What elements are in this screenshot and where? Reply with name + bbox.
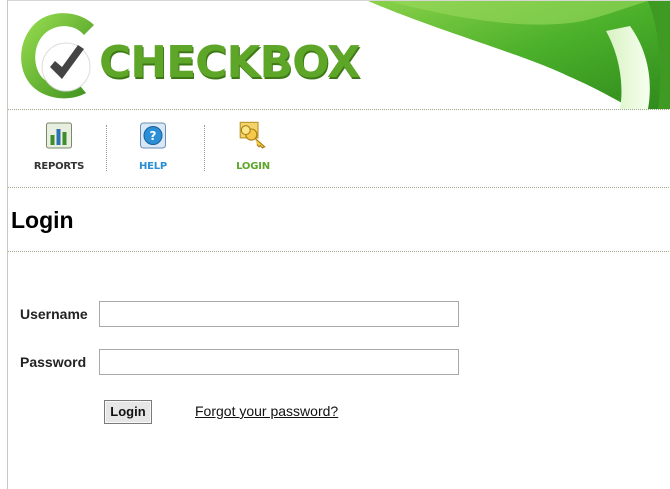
toolbar-login-button[interactable]: LOGIN [208, 111, 298, 187]
site-header: CHECKBOX ® [8, 1, 670, 109]
toolbar-help-button[interactable]: ? HELP [108, 111, 198, 187]
svg-text:?: ? [150, 129, 157, 143]
help-question-icon: ? [140, 122, 166, 149]
reports-chart-icon [46, 122, 72, 149]
toolbar-reports-label: REPORTS [33, 161, 85, 172]
title-divider [8, 251, 670, 252]
login-button[interactable]: Login [104, 400, 152, 424]
password-field[interactable] [99, 349, 459, 375]
password-label: Password [20, 354, 87, 370]
toolbar-help-label: HELP [138, 161, 168, 172]
checkbox-logo-icon [21, 13, 94, 99]
login-page: CHECKBOX ® REPORTS ? HELP LOGIN Login Us… [7, 0, 670, 489]
header-divider [8, 109, 670, 110]
logo-registered-mark: ® [334, 48, 340, 55]
toolbar-separator [106, 125, 107, 171]
username-field[interactable] [99, 301, 459, 327]
toolbar-divider [8, 187, 670, 188]
logo-wordmark: CHECKBOX [99, 37, 361, 88]
page-title: Login [11, 207, 74, 233]
forgot-password-link[interactable]: Forgot your password? [195, 403, 338, 419]
login-keys-icon [239, 121, 266, 149]
toolbar-separator [204, 125, 205, 171]
toolbar-login-label: LOGIN [236, 161, 270, 172]
username-label: Username [20, 306, 88, 322]
main-toolbar: REPORTS ? HELP LOGIN [8, 111, 670, 187]
toolbar-reports-button[interactable]: REPORTS [14, 111, 104, 187]
